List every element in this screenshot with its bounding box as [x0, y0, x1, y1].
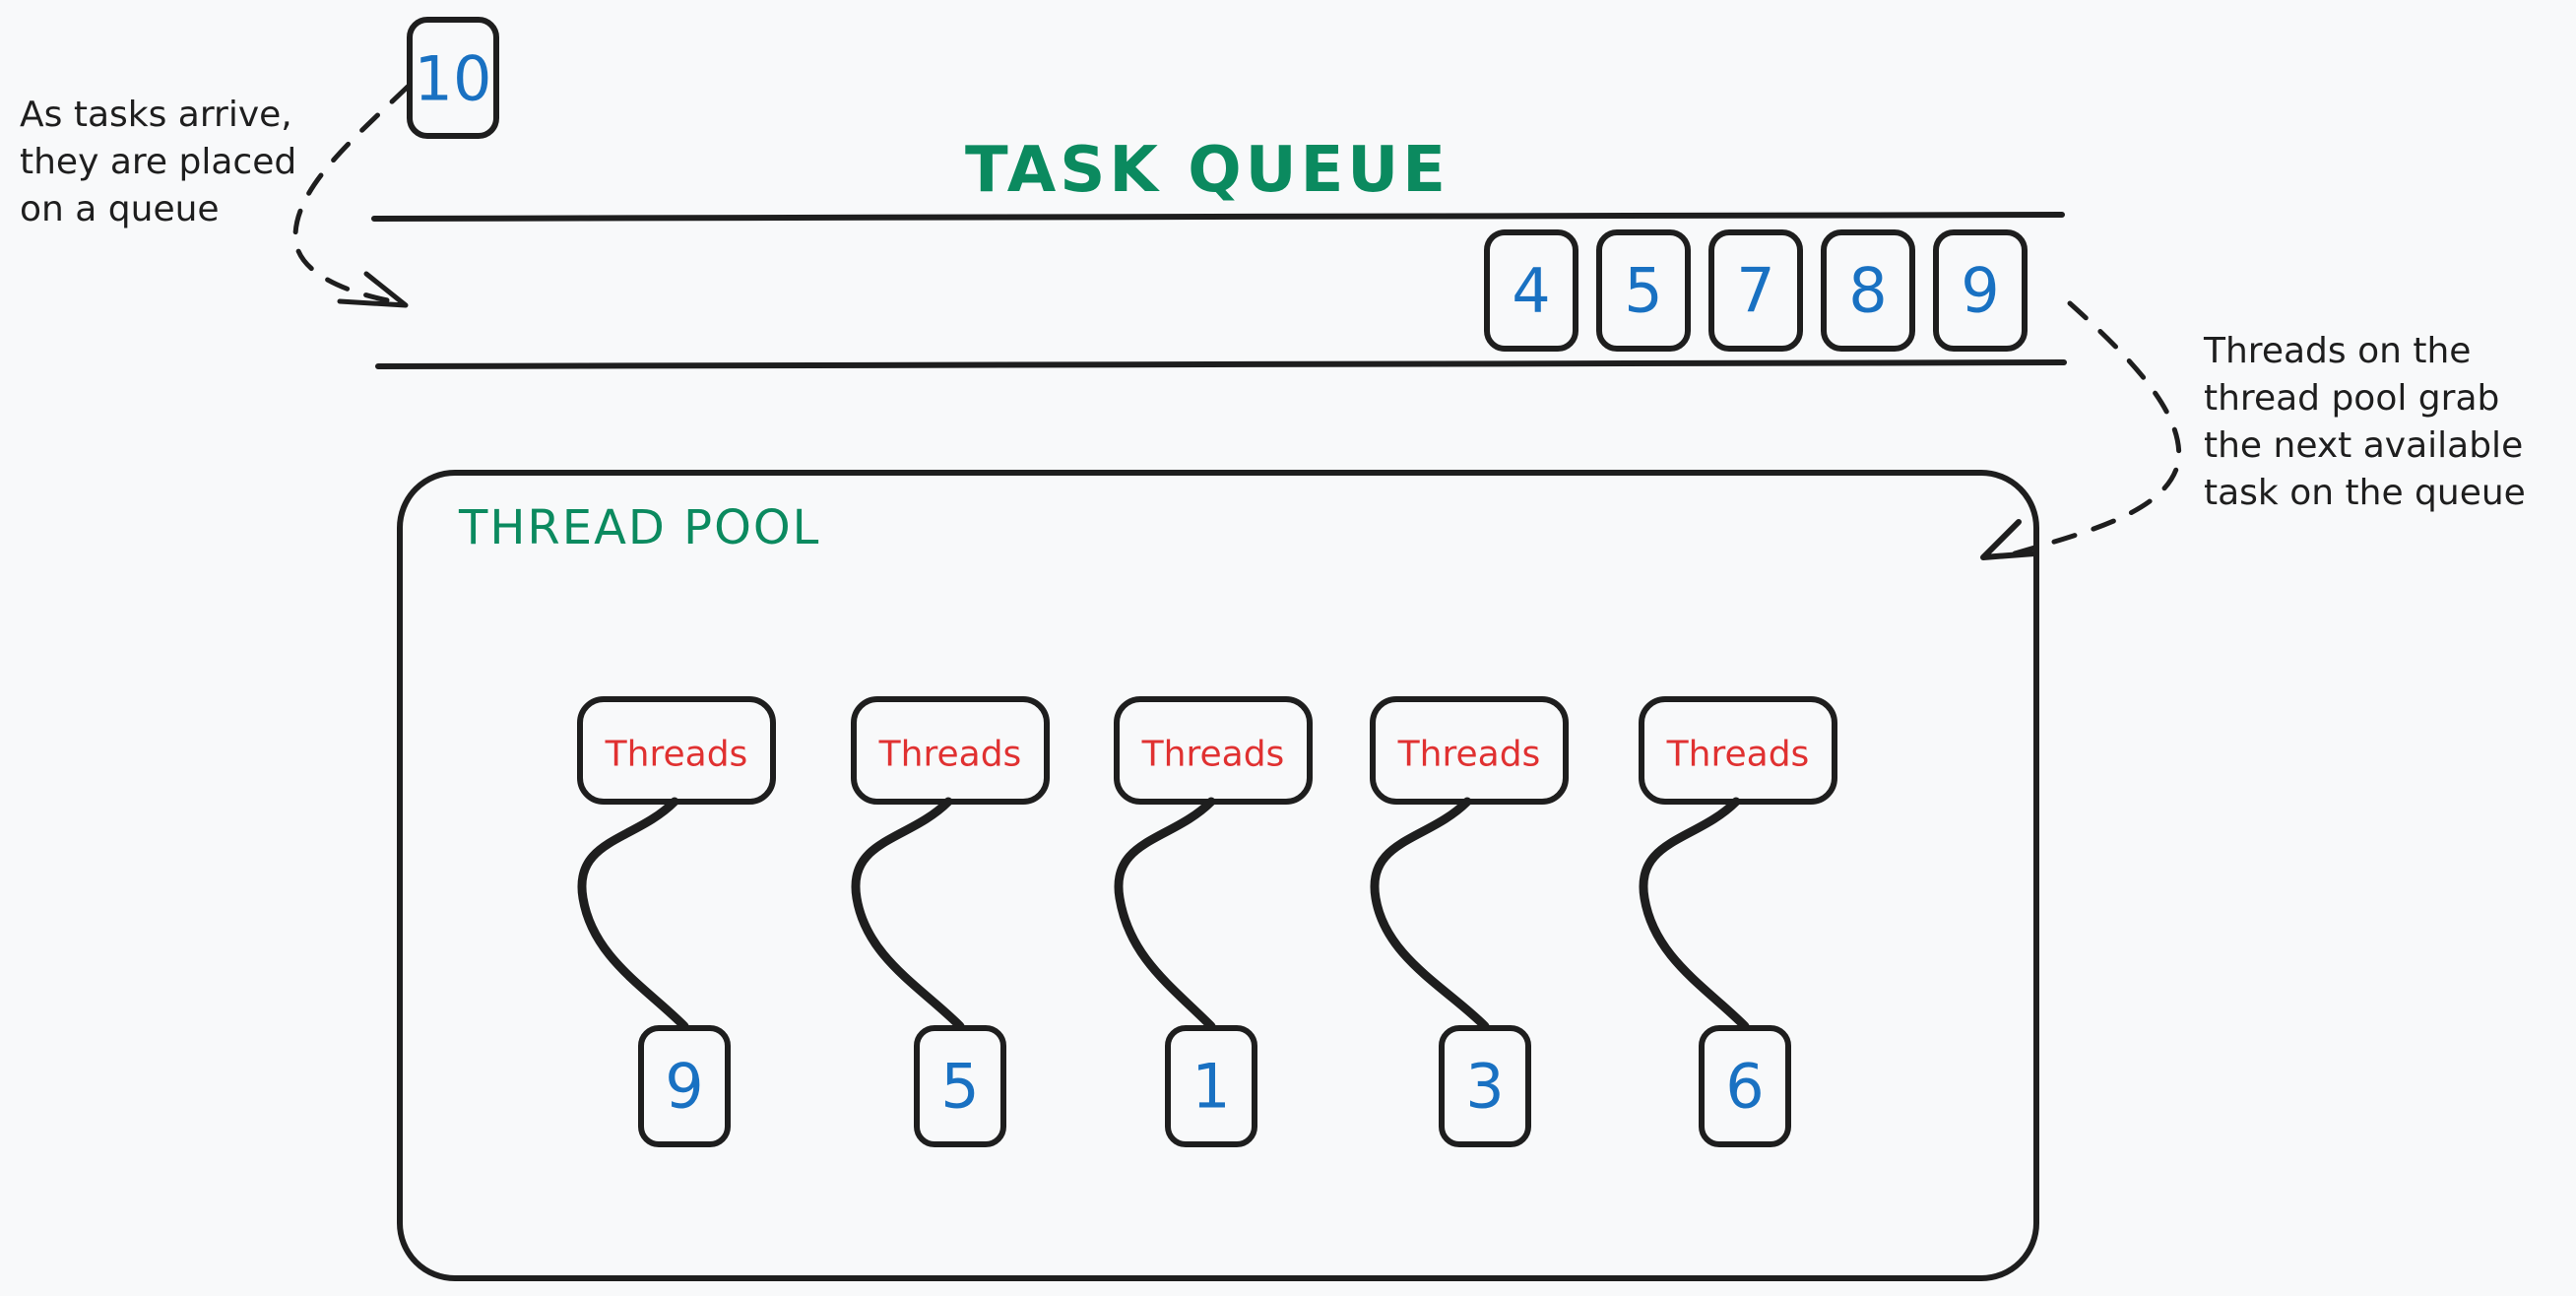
thread-label: Threads: [1397, 735, 1541, 775]
queue-task[interactable]: 9: [1933, 229, 2028, 352]
thread-connector: [1370, 797, 1490, 1031]
thread-unit[interactable]: Threads 1: [1114, 696, 1313, 1147]
thread-label: Threads: [605, 735, 748, 775]
assigned-task-number: 6: [1725, 1051, 1764, 1123]
thread-unit[interactable]: Threads 9: [577, 696, 776, 1147]
assigned-task-number: 1: [1191, 1051, 1230, 1123]
diagram-canvas: 10 As tasks arrive, they are placed on a…: [20, 17, 2526, 1281]
dispatch-arrow: [2012, 300, 2182, 556]
right-note-line: task on the queue: [2204, 473, 2526, 513]
left-note: As tasks arrive, they are placed on a qu…: [20, 95, 296, 229]
thread-unit[interactable]: Threads 5: [851, 696, 1050, 1147]
right-note-line: thread pool grab: [2204, 378, 2499, 419]
right-note-line: the next available: [2204, 425, 2523, 466]
thread-unit[interactable]: Threads 3: [1370, 696, 1569, 1147]
left-note-line: on a queue: [20, 189, 220, 229]
queue-bottom-rail: [375, 359, 2067, 369]
queue-task-number: 5: [1624, 255, 1662, 327]
assigned-task-number: 3: [1465, 1051, 1504, 1123]
queue-task-number: 8: [1848, 255, 1887, 327]
task-queue-title: TASK QUEUE: [965, 134, 1449, 207]
right-note-line: Threads on the: [2203, 331, 2471, 371]
left-note-line: they are placed: [20, 142, 296, 182]
incoming-arrowhead-icon: [337, 271, 409, 308]
queue-task[interactable]: 4: [1484, 229, 1578, 352]
queue-task[interactable]: 7: [1708, 229, 1803, 352]
thread-connector: [577, 797, 689, 1031]
queue-task-number: 4: [1512, 255, 1550, 327]
queue-tasks: 4 5 7 8 9: [1484, 229, 2028, 352]
thread-label: Threads: [1141, 735, 1285, 775]
thread-pool-title: THREAD POOL: [458, 500, 820, 555]
incoming-task-number: 10: [415, 43, 492, 115]
right-note: Threads on the thread pool grab the next…: [2203, 331, 2526, 513]
queue-task[interactable]: 5: [1596, 229, 1691, 352]
incoming-task[interactable]: 10: [407, 17, 499, 139]
thread-label: Threads: [878, 735, 1022, 775]
incoming-arrow: [292, 84, 411, 306]
thread-label: Threads: [1666, 735, 1810, 775]
queue-task-number: 7: [1736, 255, 1774, 327]
queue-task[interactable]: 8: [1821, 229, 1915, 352]
thread-connector: [1639, 797, 1750, 1031]
queue-task-number: 9: [1961, 255, 1999, 327]
assigned-task-number: 5: [940, 1051, 979, 1123]
thread-pool-container: [397, 470, 2039, 1281]
dispatch-arrowhead-icon: [1980, 519, 2037, 560]
queue-top-rail: [371, 212, 2065, 222]
assigned-task-number: 9: [665, 1051, 703, 1123]
left-note-line: As tasks arrive,: [20, 95, 292, 135]
thread-connector: [851, 797, 965, 1031]
thread-connector: [1114, 797, 1216, 1031]
thread-unit[interactable]: Threads 6: [1639, 696, 1837, 1147]
threads-group: Threads 9 Threads 5 Threads 1 Threads 3 Threads 6: [577, 696, 1837, 1147]
